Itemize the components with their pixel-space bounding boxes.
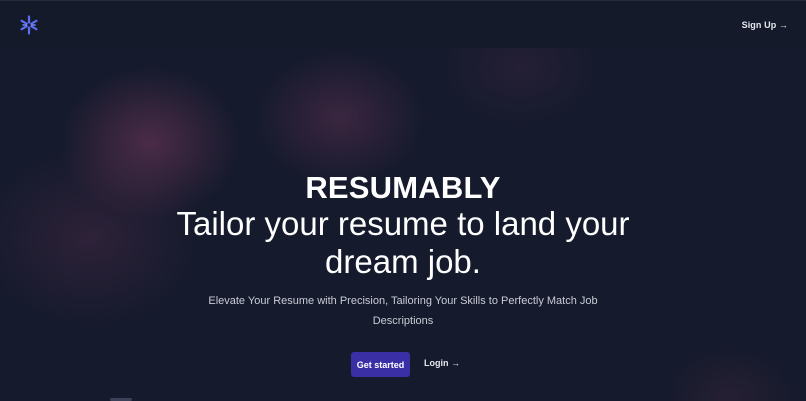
hero-subtitle: Elevate Your Resume with Precision, Tail… [208, 295, 598, 327]
brand-title: RESUMABLY [305, 170, 501, 205]
get-started-button[interactable]: Get started [351, 352, 410, 377]
hero-section: RESUMABLY Tailor your resume to land you… [0, 0, 806, 401]
sign-up-link[interactable]: Sign Up → [742, 20, 788, 30]
snowflake-star-icon [20, 14, 38, 35]
hero-headline: Tailor your resume to land your dream jo… [176, 205, 630, 280]
login-link[interactable]: Login → [424, 358, 460, 368]
landing-page: Sign Up → RESUMABLY Tailor your resume t… [0, 0, 806, 401]
logo-link[interactable] [19, 14, 39, 35]
top-navbar: Sign Up → [0, 0, 806, 48]
